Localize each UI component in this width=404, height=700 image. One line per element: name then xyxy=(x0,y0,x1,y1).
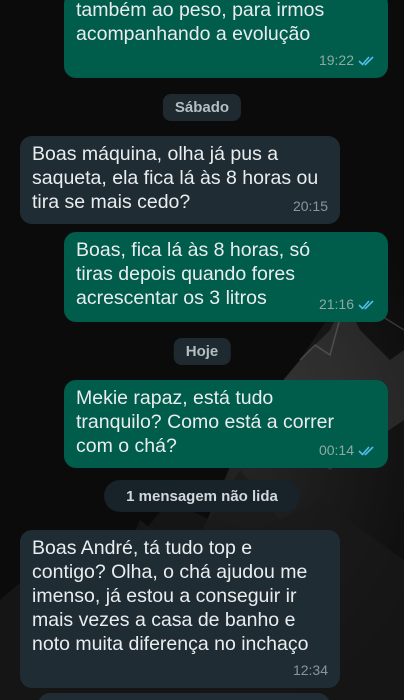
message-meta: 12:34 xyxy=(293,658,328,682)
message-text: também ao peso, para irmos acompanhando … xyxy=(76,0,325,45)
message-meta: 00:14 xyxy=(319,438,376,462)
double-check-icon xyxy=(358,299,374,310)
unread-messages-banner: 1 mensagem não lida xyxy=(104,480,300,512)
message-bubble-incoming[interactable]: Boas André, tá tudo top e contigo? Olha,… xyxy=(20,530,340,688)
message-bubble-incoming-partial[interactable] xyxy=(38,693,330,700)
message-time: 21:16 xyxy=(318,296,354,312)
date-separator: Hoje xyxy=(173,338,231,365)
message-time: 19:22 xyxy=(318,52,354,68)
message-meta: 19:22 xyxy=(319,48,376,72)
message-bubble-outgoing[interactable]: Boas, fica lá às 8 horas, só tiras depoi… xyxy=(64,232,388,322)
message-time: 00:14 xyxy=(318,442,354,458)
message-bubble-outgoing[interactable]: também ao peso, para irmos acompanhando … xyxy=(64,0,388,78)
chat-scroll-area[interactable]: também ao peso, para irmos acompanhando … xyxy=(0,0,404,700)
message-text: Boas André, tá tudo top e contigo? Olha,… xyxy=(32,537,309,655)
double-check-icon xyxy=(358,55,374,66)
message-meta: 20:15 xyxy=(293,194,328,218)
message-time: 12:34 xyxy=(292,662,328,678)
message-bubble-outgoing[interactable]: Mekie rapaz, está tudo tranquilo? Como e… xyxy=(64,380,388,468)
message-bubble-incoming[interactable]: Boas máquina, olha já pus a saqueta, ela… xyxy=(20,136,340,224)
message-time: 20:15 xyxy=(292,198,328,214)
double-check-icon xyxy=(358,445,374,456)
date-separator: Sábado xyxy=(162,94,242,121)
message-meta: 21:16 xyxy=(319,292,376,316)
message-text: Boas máquina, olha já pus a saqueta, ela… xyxy=(32,143,319,213)
